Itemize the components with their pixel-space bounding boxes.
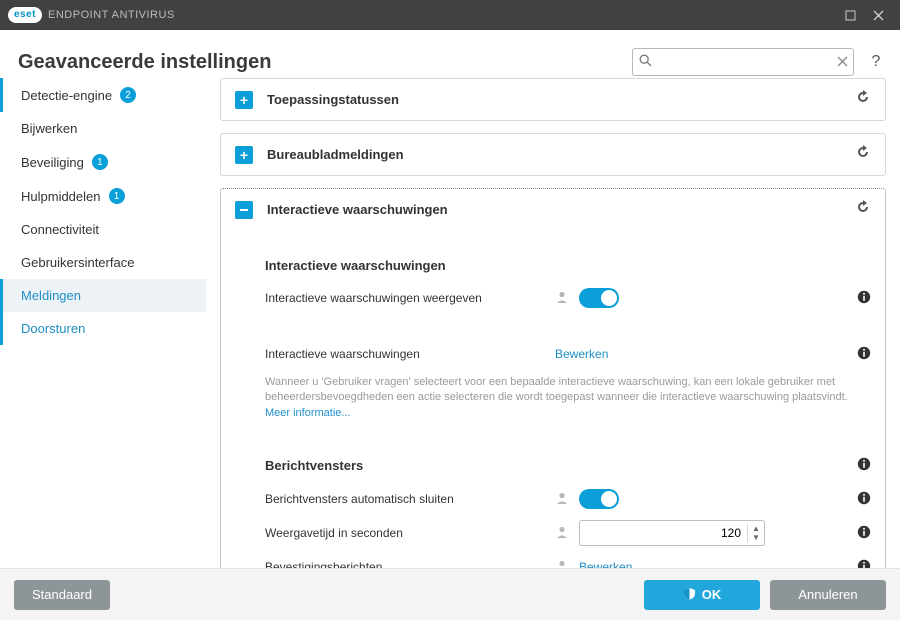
cancel-button[interactable]: Annuleren [770,580,886,610]
info-icon[interactable] [847,559,871,568]
collapse-icon[interactable] [235,201,253,219]
info-icon[interactable] [847,346,871,363]
toggle-show-alerts[interactable] [579,288,619,308]
row-confirm-messages: Bevestigingsberichten Bewerken [265,552,871,568]
footer: Standaard OK Annuleren [0,568,900,620]
main-content: + Toepassingstatussen + Bureaubladmeldin… [216,78,900,568]
row-label: Berichtvensters automatisch sluiten [265,492,555,506]
display-time-field[interactable]: ▲ ▼ [579,520,765,546]
ok-label: OK [702,587,722,602]
help-text-body: Wanneer u 'Gebruiker vragen' selecteert … [265,376,848,403]
sidebar-item-hulpmiddelen[interactable]: Hulpmiddelen 1 [0,179,206,213]
panel-header[interactable]: Interactieve waarschuwingen [221,189,885,230]
badge: 1 [92,154,108,170]
expand-icon[interactable]: + [235,91,253,109]
sidebar-item-label: Doorsturen [21,321,85,336]
sidebar-item-connectiviteit[interactable]: Connectiviteit [0,213,206,246]
sidebar-item-label: Beveiliging [21,155,84,170]
user-icon [555,290,569,307]
panel-title: Interactieve waarschuwingen [267,202,841,217]
help-text: Wanneer u 'Gebruiker vragen' selecteert … [265,375,871,421]
revert-icon[interactable] [855,89,871,110]
section-heading-messages: Berichtvensters [265,457,871,474]
row-label: Interactieve waarschuwingen weergeven [265,291,555,305]
page-title: Geavanceerde instellingen [18,51,620,74]
more-info-link[interactable]: Meer informatie... [265,407,351,419]
info-icon[interactable] [857,457,871,474]
edit-link[interactable]: Bewerken [579,560,632,568]
search-icon [633,54,657,70]
row-label: Weergavetijd in seconden [265,526,555,540]
toggle-auto-close[interactable] [579,489,619,509]
sidebar-item-label: Hulpmiddelen [21,189,101,204]
edit-link[interactable]: Bewerken [555,347,608,361]
panel-toepassingstatussen[interactable]: + Toepassingstatussen [220,78,886,121]
sidebar-item-label: Connectiviteit [21,222,99,237]
window-close-icon[interactable] [864,1,892,29]
section-heading-alerts: Interactieve waarschuwingen [265,258,871,273]
spinner-down-icon[interactable]: ▼ [748,533,764,542]
info-icon[interactable] [847,525,871,542]
sidebar-item-label: Detectie-engine [21,88,112,103]
shield-icon [683,587,696,603]
sidebar-item-gebruikersinterface[interactable]: Gebruikersinterface [0,246,206,279]
badge: 2 [120,87,136,103]
default-button[interactable]: Standaard [14,580,110,610]
brand-logo: eset [8,7,42,23]
revert-icon[interactable] [855,144,871,165]
sidebar-item-label: Gebruikersinterface [21,255,134,270]
app-name: ENDPOINT ANTIVIRUS [48,9,175,21]
sidebar-item-label: Meldingen [21,288,81,303]
brand: eset ENDPOINT ANTIVIRUS [8,7,175,23]
search-input[interactable] [657,55,831,69]
expand-icon[interactable]: + [235,146,253,164]
user-icon [555,559,569,568]
row-label: Interactieve waarschuwingen [265,347,555,361]
panel-title: Toepassingstatussen [267,92,841,107]
row-label: Bevestigingsberichten [265,560,555,568]
panel-bureaubladmeldingen[interactable]: + Bureaubladmeldingen [220,133,886,176]
sidebar-item-detectie-engine[interactable]: Detectie-engine 2 [0,78,206,112]
panel-title: Bureaubladmeldingen [267,147,841,162]
revert-icon[interactable] [855,199,871,220]
ok-button[interactable]: OK [644,580,760,610]
clear-icon[interactable] [831,55,853,70]
sidebar-item-meldingen[interactable]: Meldingen [0,279,206,312]
row-display-time: Weergavetijd in seconden ▲ ▼ [265,518,871,548]
help-button[interactable]: ? [866,53,886,71]
info-icon[interactable] [847,491,871,508]
sidebar-item-beveiliging[interactable]: Beveiliging 1 [0,145,206,179]
section-heading-label: Berichtvensters [265,458,363,473]
titlebar: eset ENDPOINT ANTIVIRUS [0,0,900,30]
sidebar: Detectie-engine 2 Bijwerken Beveiliging … [0,78,216,568]
user-icon [555,525,569,542]
sidebar-item-label: Bijwerken [21,121,77,136]
display-time-input[interactable] [580,526,747,540]
user-icon [555,491,569,508]
row-auto-close: Berichtvensters automatisch sluiten [265,484,871,514]
info-icon[interactable] [847,290,871,307]
row-edit-alerts: Interactieve waarschuwingen Bewerken [265,339,871,369]
spinner-up-icon[interactable]: ▲ [748,524,764,533]
sidebar-item-bijwerken[interactable]: Bijwerken [0,112,206,145]
panel-interactieve-waarschuwingen: Interactieve waarschuwingen Interactieve… [220,188,886,568]
badge: 1 [109,188,125,204]
search-field[interactable] [632,48,854,76]
row-show-alerts: Interactieve waarschuwingen weergeven [265,283,871,313]
sidebar-item-doorsturen[interactable]: Doorsturen [0,312,206,345]
window-maximize-icon[interactable] [836,1,864,29]
